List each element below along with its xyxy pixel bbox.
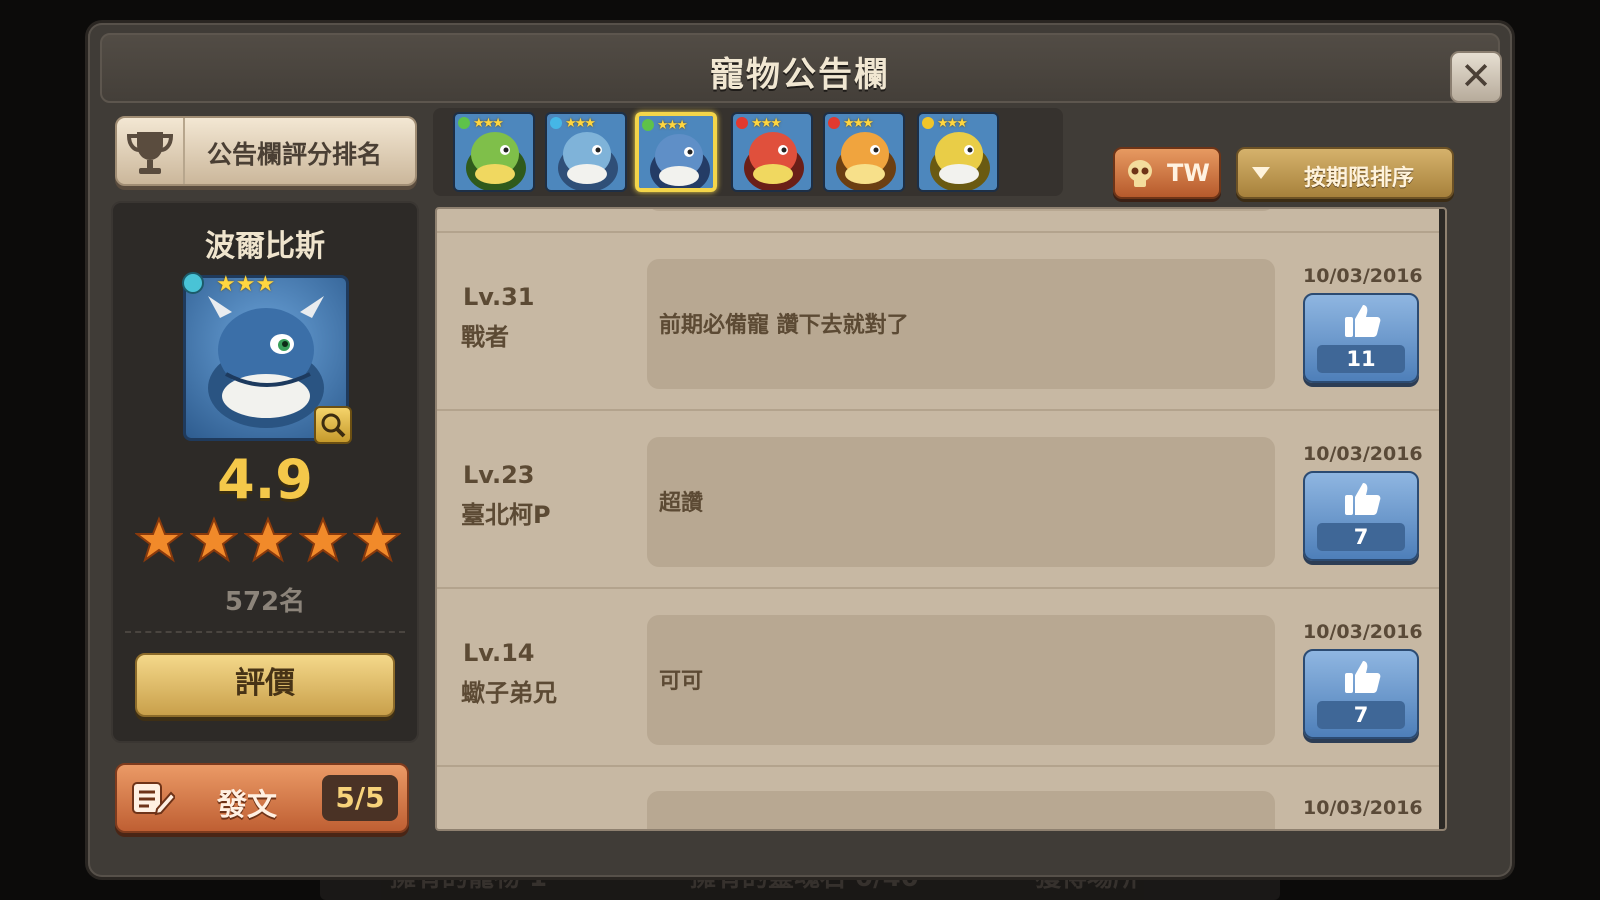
pet-bulletin-window: 寵物公告欄 ✕ 公告欄評分排名 波爾比斯 ★★★ 4.9 572名 評價 發文 … xyxy=(88,23,1512,877)
window-title: 寵物公告欄 xyxy=(710,55,890,95)
like-count: 11 xyxy=(1317,345,1405,373)
tab-stars: ★★★ xyxy=(843,116,874,131)
user-level: Lv.31 xyxy=(463,283,535,311)
comment-date: 10/03/2016 xyxy=(1303,621,1423,643)
list-item: Lv.14 蠍子弟兄 可可 10/03/2016 7 xyxy=(437,591,1441,767)
pet-tab-ice-dragon[interactable]: ★★★ xyxy=(545,112,627,192)
pet-tab-orange-dragon[interactable]: ★★★ xyxy=(823,112,905,192)
star-icon xyxy=(189,516,238,563)
user-name: 臺北柯P xyxy=(461,501,551,529)
comment-list[interactable]: Lv.31 戰者 前期必備寵 讚下去就對了 10/03/2016 11 Lv.2… xyxy=(435,207,1447,831)
rating-rank-label: 公告欄評分排名 xyxy=(207,140,383,169)
user-level: Lv.23 xyxy=(463,461,535,489)
like-button[interactable]: 11 xyxy=(1303,293,1419,383)
element-icon xyxy=(736,117,748,129)
divider xyxy=(125,631,405,633)
scrollbar[interactable] xyxy=(1439,209,1445,829)
element-icon xyxy=(922,117,934,129)
sort-button[interactable]: 按期限排序 xyxy=(1236,147,1454,199)
comment-bubble xyxy=(647,437,1275,567)
write-icon xyxy=(132,782,175,816)
element-icon xyxy=(642,119,654,131)
pet-tab-water-dragon[interactable]: ★★★ xyxy=(635,112,717,192)
user-name: 戰者 xyxy=(461,323,509,351)
star-icon xyxy=(353,516,401,563)
tab-stars: ★★★ xyxy=(751,116,782,131)
element-icon xyxy=(550,117,562,129)
list-item xyxy=(437,209,1441,233)
star-icon xyxy=(244,516,292,563)
comment-bubble xyxy=(647,615,1275,745)
comment-text: 超讚 xyxy=(659,491,704,516)
pet-grade-stars: ★★★ xyxy=(216,272,276,297)
rating-stars xyxy=(135,516,401,566)
comment-bubble xyxy=(647,209,1275,211)
like-count: 7 xyxy=(1317,701,1405,729)
rate-button[interactable]: 評價 xyxy=(135,653,395,717)
pet-rank: 572名 xyxy=(224,587,306,617)
element-icon xyxy=(458,117,470,129)
user-level: Lv.14 xyxy=(463,639,535,667)
comment-date: 10/03/2016 xyxy=(1303,265,1423,287)
comment-date: 10/03/2016 xyxy=(1303,443,1423,465)
region-label: TW xyxy=(1167,159,1210,187)
pet-tab-yellow-dragon[interactable]: ★★★ xyxy=(917,112,999,192)
comment-text: 可可 xyxy=(659,669,704,694)
star-icon xyxy=(298,516,347,563)
thumbs-up-icon xyxy=(1345,483,1381,515)
skull-icon xyxy=(1128,160,1152,187)
rating-rank-button[interactable]: 公告欄評分排名 xyxy=(115,116,417,186)
close-icon: ✕ xyxy=(1460,54,1492,98)
like-button[interactable]: 7 xyxy=(1303,471,1419,561)
post-button[interactable]: 發文 5/5 xyxy=(115,763,409,833)
list-item: Lv.31 戰者 前期必備寵 讚下去就對了 10/03/2016 11 xyxy=(437,235,1441,411)
list-item: 10/03/2016 xyxy=(437,767,1441,829)
comment-bubble xyxy=(647,791,1275,829)
user-name: 蠍子弟兄 xyxy=(461,679,557,707)
region-button[interactable]: TW xyxy=(1113,147,1221,199)
tab-stars: ★★★ xyxy=(657,118,688,133)
star-icon xyxy=(135,516,183,563)
comment-text: 前期必備寵 讚下去就對了 xyxy=(659,313,909,338)
tab-stars: ★★★ xyxy=(937,116,968,131)
thumbs-up-icon xyxy=(1345,305,1381,337)
close-button[interactable]: ✕ xyxy=(1450,51,1502,103)
pet-tab-red-dragon[interactable]: ★★★ xyxy=(731,112,813,192)
pet-score: 4.9 xyxy=(217,448,313,511)
element-icon xyxy=(828,117,840,129)
tab-stars: ★★★ xyxy=(565,116,596,131)
tab-stars: ★★★ xyxy=(473,116,504,131)
pet-name: 波爾比斯 xyxy=(205,229,325,264)
pet-tab-strip: ★★★ ★★★ ★★★ ★★★ ★★★ ★★★ xyxy=(433,108,1063,196)
trophy-icon xyxy=(117,118,185,184)
water-element-icon xyxy=(182,272,204,294)
post-count: 5/5 xyxy=(322,775,398,821)
title-bar: 寵物公告欄 ✕ xyxy=(100,33,1502,103)
list-item: Lv.23 臺北柯P 超讚 10/03/2016 7 xyxy=(437,413,1441,589)
pet-tab-green-dragon[interactable]: ★★★ xyxy=(453,112,535,192)
thumbs-up-icon xyxy=(1345,661,1381,693)
post-label: 發文 xyxy=(217,788,277,823)
like-count: 7 xyxy=(1317,523,1405,551)
magnify-icon[interactable] xyxy=(314,406,352,444)
pet-portrait[interactable]: ★★★ xyxy=(182,272,352,444)
comment-date: 10/03/2016 xyxy=(1303,797,1423,819)
dropdown-arrow-icon xyxy=(1252,167,1270,179)
like-button[interactable]: 7 xyxy=(1303,649,1419,739)
pet-info-panel: 波爾比斯 ★★★ 4.9 572名 評價 xyxy=(111,201,419,743)
sort-label: 按期限排序 xyxy=(1304,166,1415,191)
